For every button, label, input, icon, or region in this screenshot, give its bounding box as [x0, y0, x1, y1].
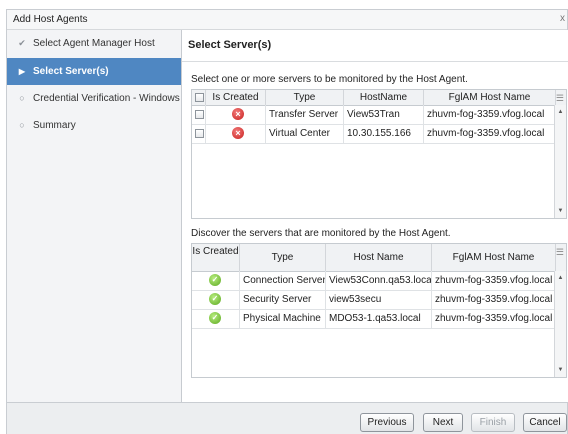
- dialog-titlebar: Add Host Agents x: [7, 10, 567, 30]
- column-header-type[interactable]: Type: [266, 90, 344, 105]
- row-hostname: view53secu: [329, 294, 382, 305]
- created-check-icon: ✓: [209, 293, 221, 305]
- row-type: Physical Machine: [243, 313, 321, 324]
- divider: [182, 61, 568, 62]
- table-row[interactable]: ✓ Physical Machine MDO53-1.qa53.local zh…: [192, 309, 566, 329]
- sidebar-item-label: Select Agent Manager Host: [33, 38, 155, 49]
- row-checkbox[interactable]: [195, 129, 204, 138]
- grid-header: Is Created Type HostName FglAM Host Name…: [192, 90, 566, 106]
- scroll-down-arrow-icon[interactable]: ▼: [555, 367, 566, 373]
- column-header-fglam-host-name[interactable]: FglAM Host Name: [424, 90, 556, 105]
- row-fglam-host: zhuvm-fog-3359.vfog.local: [435, 313, 553, 324]
- row-fglam-host: zhuvm-fog-3359.vfog.local: [435, 294, 553, 305]
- next-button[interactable]: Next: [423, 413, 463, 432]
- grid1-vertical-scrollbar[interactable]: ▲ ▼: [554, 105, 566, 218]
- column-header-is-created[interactable]: Is Created: [192, 244, 240, 271]
- table-row[interactable]: × Virtual Center 10.30.155.166 zhuvm-fog…: [192, 124, 566, 144]
- finish-button[interactable]: Finish: [471, 413, 515, 432]
- scroll-up-arrow-icon[interactable]: ▲: [555, 275, 566, 281]
- column-menu-icon[interactable]: ☰: [556, 247, 564, 258]
- column-header-fglam-host-name[interactable]: FglAM Host Name: [432, 244, 556, 271]
- dot-icon: ○: [19, 93, 25, 103]
- column-header-type[interactable]: Type: [240, 244, 326, 271]
- sidebar-item-label: Credential Verification - Windows: [33, 93, 180, 104]
- table-row[interactable]: ✓ Security Server view53secu zhuvm-fog-3…: [192, 290, 566, 310]
- sidebar-item-summary[interactable]: ○ Summary: [7, 112, 181, 139]
- row-fglam-host: zhuvm-fog-3359.vfog.local: [435, 275, 553, 286]
- created-check-icon: ✓: [209, 312, 221, 324]
- grid1-description: Select one or more servers to be monitor…: [191, 74, 468, 85]
- page-title: Select Server(s): [188, 39, 272, 51]
- sidebar-item-credential-verification[interactable]: ○ Credential Verification - Windows: [7, 85, 181, 112]
- dialog-footer: Previous Next Finish Cancel: [7, 402, 567, 434]
- row-type: Connection Server: [243, 275, 326, 286]
- row-hostname: View53Tran: [347, 109, 400, 120]
- grid2-vertical-scrollbar[interactable]: ▲ ▼: [554, 271, 566, 377]
- grid2-description: Discover the servers that are monitored …: [191, 228, 451, 239]
- wizard-steps-sidebar: ✔ Select Agent Manager Host ▶ Select Ser…: [7, 30, 182, 402]
- previous-button[interactable]: Previous: [360, 413, 414, 432]
- scroll-down-arrow-icon[interactable]: ▼: [555, 208, 566, 214]
- servers-to-monitor-grid: Is Created Type HostName FglAM Host Name…: [191, 89, 567, 219]
- column-header-hostname[interactable]: HostName: [344, 90, 424, 105]
- dot-icon: ○: [19, 120, 25, 130]
- discovered-servers-grid: Is Created Type Host Name FglAM Host Nam…: [191, 243, 567, 378]
- main-content: Select Server(s) Select one or more serv…: [182, 30, 568, 402]
- row-checkbox[interactable]: [195, 110, 204, 119]
- table-row[interactable]: × Transfer Server View53Tran zhuvm-fog-3…: [192, 105, 566, 125]
- row-fglam-host: zhuvm-fog-3359.vfog.local: [427, 109, 545, 120]
- grid-header: Is Created Type Host Name FglAM Host Nam…: [192, 244, 566, 272]
- close-icon[interactable]: x: [560, 13, 565, 24]
- row-fglam-host: zhuvm-fog-3359.vfog.local: [427, 128, 545, 139]
- row-type: Security Server: [243, 294, 312, 305]
- column-header-host-name[interactable]: Host Name: [326, 244, 432, 271]
- not-created-icon: ×: [232, 127, 244, 139]
- add-host-agents-dialog: Add Host Agents x ✔ Select Agent Manager…: [6, 9, 568, 434]
- not-created-icon: ×: [232, 108, 244, 120]
- created-check-icon: ✓: [209, 274, 221, 286]
- row-type: Virtual Center: [269, 128, 330, 139]
- cancel-button[interactable]: Cancel: [523, 413, 567, 432]
- table-row[interactable]: ✓ Connection Server View53Conn.qa53.loca…: [192, 271, 566, 291]
- scroll-up-arrow-icon[interactable]: ▲: [555, 109, 566, 115]
- sidebar-item-label: Select Server(s): [33, 66, 109, 77]
- sidebar-item-label: Summary: [33, 120, 76, 131]
- sidebar-item-select-agent-manager-host[interactable]: ✔ Select Agent Manager Host: [7, 30, 181, 57]
- dialog-title: Add Host Agents: [13, 14, 88, 25]
- check-icon: ✔: [18, 38, 26, 48]
- sidebar-item-select-servers[interactable]: ▶ Select Server(s): [7, 58, 181, 85]
- arrow-right-icon: ▶: [18, 67, 26, 76]
- select-all-column: [192, 90, 206, 105]
- row-hostname: 10.30.155.166: [347, 128, 411, 139]
- row-type: Transfer Server: [269, 109, 339, 120]
- column-menu-icon[interactable]: ☰: [556, 93, 564, 104]
- row-hostname: View53Conn.qa53.local: [329, 275, 432, 286]
- row-hostname: MDO53-1.qa53.local: [329, 313, 421, 324]
- column-header-is-created[interactable]: Is Created: [206, 90, 266, 105]
- select-all-checkbox[interactable]: [195, 93, 204, 102]
